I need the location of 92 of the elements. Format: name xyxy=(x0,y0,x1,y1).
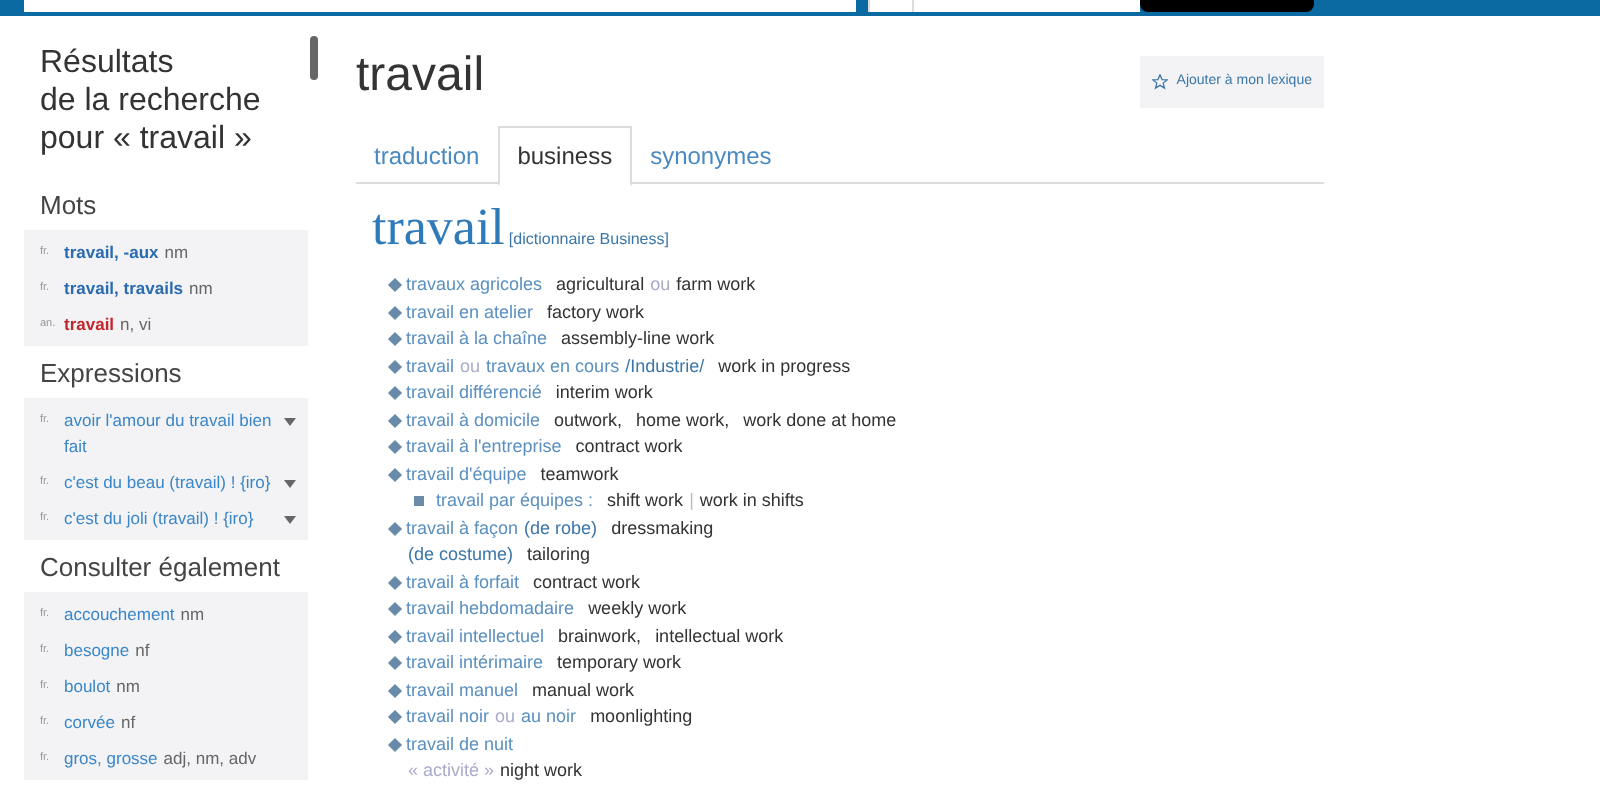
translation: work done at home xyxy=(743,407,897,433)
french-term: travail d'équipe xyxy=(406,461,527,488)
tab[interactable]: traduction xyxy=(356,126,498,186)
connector-text: « activité » xyxy=(408,758,495,784)
french-term: travail de nuit xyxy=(406,731,514,757)
translation: work in shifts xyxy=(699,488,804,514)
dictionary-label: [dictionnaire Business] xyxy=(508,228,669,252)
scrollbar-thumb[interactable] xyxy=(310,36,318,80)
french-term: travail différencié xyxy=(406,380,542,406)
diamond-bullet-icon xyxy=(387,737,403,752)
entry-link[interactable]: besogne nf xyxy=(64,637,300,663)
diamond-bullet-icon xyxy=(387,332,403,347)
square-bullet-icon xyxy=(414,496,424,507)
diamond-bullet-icon xyxy=(387,521,403,536)
french-term: travaux en cours xyxy=(486,353,620,379)
entry-link[interactable]: accouchement nm xyxy=(64,601,300,627)
entry-link[interactable]: corvée nf xyxy=(64,709,300,735)
translation: weekly work xyxy=(588,596,687,622)
entry-link[interactable]: boulot nm xyxy=(64,673,300,699)
translation: farm work xyxy=(676,272,756,298)
tab[interactable]: synonymes xyxy=(632,126,790,186)
translation: contract work xyxy=(533,569,641,595)
star-icon xyxy=(1152,74,1169,90)
section-heading: Mots xyxy=(38,190,99,222)
headword: travail xyxy=(372,198,505,258)
translation: moonlighting xyxy=(590,704,693,730)
entry-link[interactable]: gros, grosse adj, nm, adv xyxy=(64,745,300,771)
translation: teamwork xyxy=(540,461,619,487)
translation: outwork, xyxy=(554,407,623,433)
translation: contract work xyxy=(575,434,683,460)
translation: intellectual work xyxy=(655,623,784,649)
page-title: travail xyxy=(356,46,485,106)
french-term: travail hebdomadaire xyxy=(406,596,575,622)
diamond-bullet-icon xyxy=(387,575,403,590)
diamond-bullet-icon xyxy=(387,710,403,725)
translation: brainwork, xyxy=(558,623,642,649)
connector-text: ou xyxy=(650,272,671,298)
translation: interim work xyxy=(555,380,653,406)
domain-label: /Industrie/ xyxy=(625,353,705,379)
french-term: travail intellectuel xyxy=(406,623,545,649)
diamond-bullet-icon xyxy=(387,413,403,428)
translation: dressmaking xyxy=(611,515,714,542)
diamond-bullet-icon xyxy=(387,386,403,401)
connector-text: ou xyxy=(460,353,481,379)
entry-link[interactable]: c'est du joli (travail) ! {iro} xyxy=(64,505,284,531)
french-term: au noir xyxy=(521,704,577,730)
entry-link[interactable]: travail n, vi xyxy=(64,311,300,337)
results-title: Résultats de la recherche pour « travail » xyxy=(38,44,263,158)
french-term: travail noir xyxy=(406,704,490,730)
tab[interactable]: business xyxy=(497,126,633,186)
french-term: travail à domicile xyxy=(406,407,541,433)
diamond-bullet-icon xyxy=(387,440,403,455)
diamond-bullet-icon xyxy=(387,656,403,671)
french-term: travail en atelier xyxy=(406,299,534,325)
translation: shift work xyxy=(607,488,684,514)
search-input[interactable] xyxy=(914,0,1140,12)
diamond-bullet-icon xyxy=(387,602,403,617)
diamond-bullet-icon xyxy=(387,683,403,698)
section-heading: Expressions xyxy=(38,358,184,390)
french-term: travail à façon xyxy=(406,515,519,542)
translation: temporary work xyxy=(557,650,682,676)
entry-link[interactable]: avoir l'amour du travail bien fait xyxy=(64,407,284,459)
search-field[interactable] xyxy=(24,0,856,12)
diamond-bullet-icon xyxy=(387,305,403,320)
translation: tailoring xyxy=(527,542,591,568)
translation: factory work xyxy=(547,299,645,326)
french-term: travail à la chaîne xyxy=(406,326,548,352)
translation: agricultural xyxy=(556,272,645,298)
entry-link[interactable]: travail, travails nm xyxy=(64,275,300,301)
entry-link[interactable]: c'est du beau (travail) ! {iro} xyxy=(64,469,284,495)
connector-text: ou xyxy=(495,704,516,730)
connector-text: | xyxy=(689,488,694,514)
french-term: travaux agricoles xyxy=(406,272,543,298)
diamond-bullet-icon xyxy=(387,359,403,374)
diamond-bullet-icon xyxy=(387,467,403,482)
diamond-bullet-icon xyxy=(387,278,403,293)
translation: work in progress xyxy=(718,353,851,380)
french-term: travail manuel xyxy=(406,677,519,703)
french-term: travail à forfait xyxy=(406,569,520,595)
french-term: travail par équipes : xyxy=(436,488,594,514)
translation: night work xyxy=(500,758,583,784)
domain-label: (de robe) xyxy=(524,515,598,542)
translation: manual work xyxy=(532,677,635,703)
section-heading: Consulter également xyxy=(38,552,282,584)
diamond-bullet-icon xyxy=(387,629,403,644)
domain-label: (de costume) xyxy=(408,542,514,568)
translation: home work, xyxy=(636,407,730,433)
entry-link[interactable]: travail, -aux nm xyxy=(64,239,300,265)
translation: assembly-line work xyxy=(561,326,715,352)
french-term: travail à l'entreprise xyxy=(406,434,562,460)
french-term: travail xyxy=(406,353,455,379)
french-term: travail intérimaire xyxy=(406,650,544,676)
